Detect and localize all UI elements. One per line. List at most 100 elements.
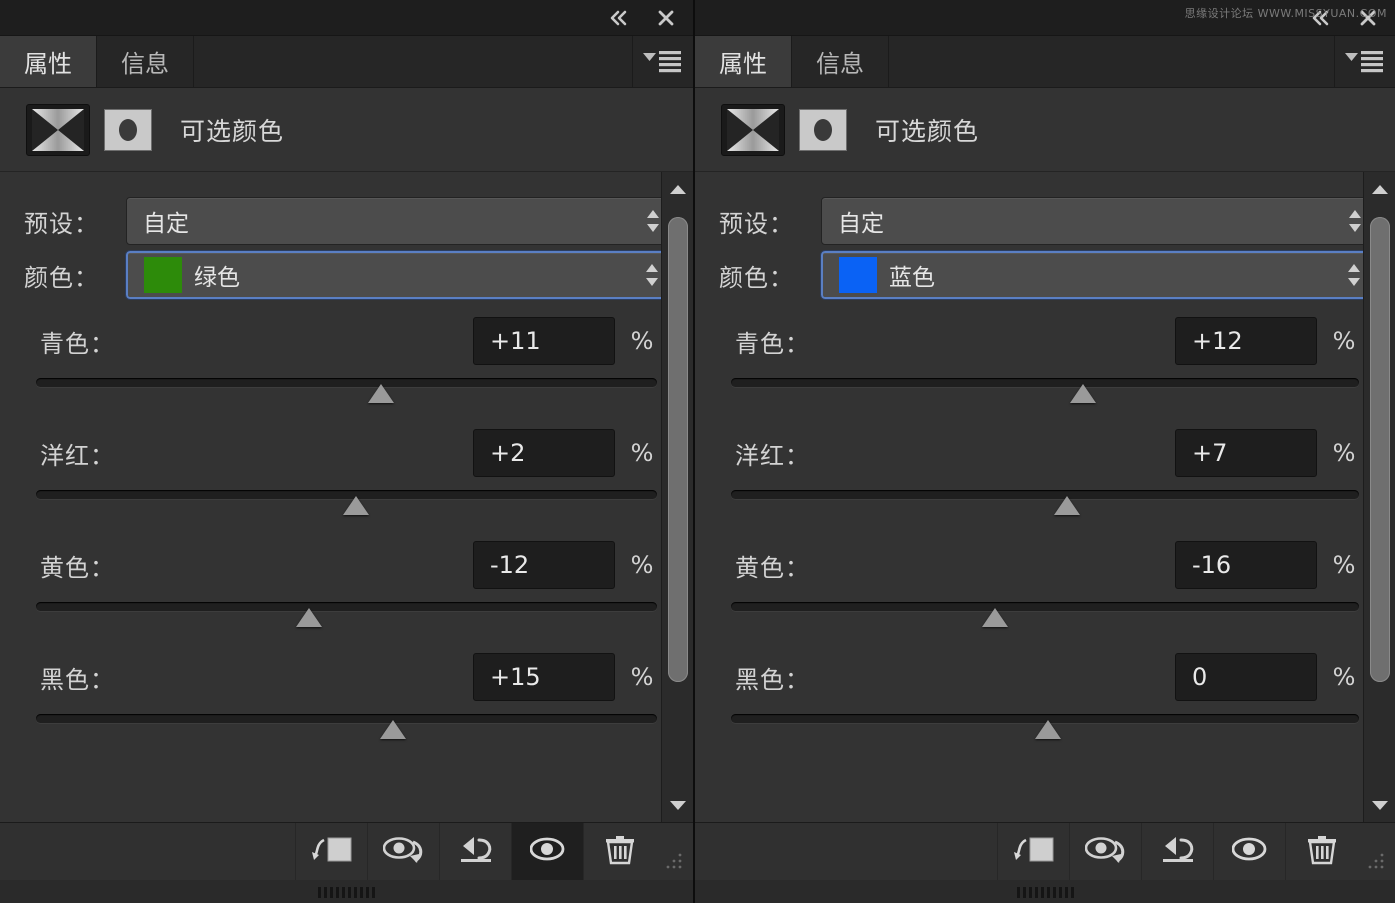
toggle-visibility-button[interactable]: [1213, 823, 1285, 880]
properties-panel-left: 属性 信息 可选颜色 预设： 自定 颜色： 绿色 青色： +11% 洋红： +2% 黄色： -12% 黑色…: [0, 0, 695, 903]
panel-body-right: 预设： 自定 颜色： 蓝色 青色： +12% 洋红： +7% 黄色： -16% 黑色： 0%: [695, 172, 1395, 822]
toggle-visibility-icon: [1231, 837, 1267, 866]
slider-value-input[interactable]: +7: [1175, 429, 1317, 477]
tab-properties[interactable]: 属性: [0, 36, 97, 87]
chevron-updown-icon[interactable]: [646, 210, 660, 232]
slider-value-input[interactable]: 0: [1175, 653, 1317, 701]
slider-group: 青色： +12%: [695, 302, 1395, 414]
slider-handle[interactable]: [1053, 496, 1080, 515]
scrollbar-thumb[interactable]: [1370, 217, 1390, 682]
tab-info[interactable]: 信息: [792, 36, 889, 87]
slider-track[interactable]: [36, 714, 657, 723]
adjustment-header-left: 可选颜色: [0, 88, 693, 172]
preset-select[interactable]: 自定: [821, 197, 1377, 245]
slider-track[interactable]: [731, 490, 1359, 499]
slider-track-area[interactable]: [36, 486, 657, 526]
color-select[interactable]: 蓝色: [820, 250, 1378, 300]
clip-to-layer-button[interactable]: [997, 823, 1069, 880]
tabbar-right: 属性 信息: [695, 36, 1395, 88]
slider-track-area[interactable]: [36, 598, 657, 638]
chevron-updown-icon[interactable]: [1348, 210, 1362, 232]
scrollbar-thumb[interactable]: [668, 217, 688, 682]
collapse-panel-button[interactable]: [605, 7, 631, 29]
preset-value: 自定: [143, 211, 189, 237]
slider-track[interactable]: [731, 378, 1359, 387]
slider-handle[interactable]: [342, 496, 369, 515]
page-title: 可选颜色: [180, 116, 285, 146]
view-previous-state-icon: [1084, 834, 1127, 869]
slider-header: 黑色： +15%: [24, 652, 669, 702]
color-value: 蓝色: [889, 265, 935, 291]
tab-label: 属性: [24, 50, 72, 78]
adjustment-thumbnail[interactable]: [26, 103, 90, 156]
clip-to-layer-button[interactable]: [295, 823, 367, 880]
tab-info[interactable]: 信息: [97, 36, 194, 87]
slider-handle[interactable]: [1035, 720, 1062, 739]
toggle-visibility-button[interactable]: [511, 823, 583, 880]
close-panel-button[interactable]: [653, 7, 679, 29]
collapse-panel-button[interactable]: [1307, 7, 1333, 29]
slider-value-input[interactable]: +11: [473, 317, 615, 365]
resize-grip[interactable]: [655, 823, 693, 880]
panel-drag-handle[interactable]: [0, 880, 693, 903]
slider-handle[interactable]: [1069, 384, 1096, 403]
slider-header: 青色： +12%: [719, 316, 1371, 366]
close-panel-button[interactable]: [1355, 7, 1381, 29]
scroll-up-arrow-icon[interactable]: [1364, 172, 1395, 206]
slider-value-input[interactable]: -16: [1175, 541, 1317, 589]
slider-track-area[interactable]: [36, 710, 657, 750]
scroll-down-arrow-icon[interactable]: [662, 788, 693, 822]
slider-value-input[interactable]: +12: [1175, 317, 1317, 365]
slider-header: 洋红： +7%: [719, 428, 1371, 478]
tabbar-filler: [889, 36, 1335, 87]
vertical-scrollbar-left[interactable]: [661, 172, 693, 822]
view-previous-state-button[interactable]: [1069, 823, 1141, 880]
panel-menu-icon[interactable]: [633, 36, 693, 87]
slider-label: 黑色：: [40, 665, 115, 694]
vertical-scrollbar-right[interactable]: [1363, 172, 1395, 822]
chevron-updown-icon[interactable]: [645, 264, 659, 286]
slider-header: 青色： +11%: [24, 316, 669, 366]
preset-select[interactable]: 自定: [126, 197, 675, 245]
delete-layer-button[interactable]: [583, 823, 655, 880]
slider-value-input[interactable]: +15: [473, 653, 615, 701]
tab-properties[interactable]: 属性: [695, 36, 792, 87]
tab-label: 属性: [719, 50, 767, 78]
adjustment-thumbnail[interactable]: [721, 103, 785, 156]
preset-label: 预设：: [719, 209, 794, 238]
delete-layer-icon: [604, 835, 636, 869]
scroll-up-arrow-icon[interactable]: [662, 172, 693, 206]
slider-track-area[interactable]: [36, 374, 657, 414]
slider-track-area[interactable]: [731, 374, 1359, 414]
color-select[interactable]: 绿色: [125, 250, 676, 300]
chevron-updown-icon[interactable]: [1347, 264, 1361, 286]
panel-body-left: 预设： 自定 颜色： 绿色 青色： +11% 洋红： +2% 黄色： -12% 黑色： +15%: [0, 172, 693, 822]
slider-track-area[interactable]: [731, 598, 1359, 638]
slider-handle[interactable]: [367, 384, 394, 403]
slider-value-input[interactable]: -12: [473, 541, 615, 589]
slider-track-area[interactable]: [731, 710, 1359, 750]
layer-mask-thumbnail[interactable]: [799, 108, 847, 151]
reset-button[interactable]: [439, 823, 511, 880]
layer-mask-thumbnail[interactable]: [104, 108, 152, 151]
view-previous-state-icon: [382, 834, 425, 869]
resize-grip[interactable]: [1357, 823, 1395, 880]
hourglass-icon: [727, 108, 779, 151]
reset-button[interactable]: [1141, 823, 1213, 880]
slider-value-input[interactable]: +2: [473, 429, 615, 477]
slider-handle[interactable]: [296, 608, 323, 627]
slider-group: 黄色： -12%: [0, 526, 693, 638]
slider-handle[interactable]: [981, 608, 1008, 627]
color-value: 绿色: [194, 265, 240, 291]
slider-track-area[interactable]: [731, 486, 1359, 526]
slider-track[interactable]: [731, 602, 1359, 611]
delete-layer-button[interactable]: [1285, 823, 1357, 880]
view-previous-state-button[interactable]: [367, 823, 439, 880]
slider-track[interactable]: [36, 378, 657, 387]
slider-handle[interactable]: [380, 720, 407, 739]
scroll-down-arrow-icon[interactable]: [1364, 788, 1395, 822]
panel-drag-handle[interactable]: [695, 880, 1395, 903]
panel-menu-icon[interactable]: [1335, 36, 1395, 87]
slider-label: 洋红：: [735, 441, 810, 470]
slider-track[interactable]: [36, 602, 657, 611]
